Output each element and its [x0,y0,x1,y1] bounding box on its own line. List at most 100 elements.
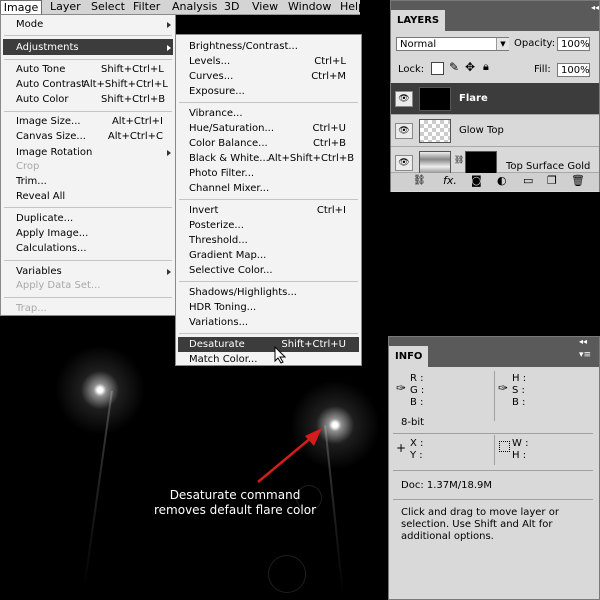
menu-item-trim[interactable]: Trim... [16,175,47,188]
menu-item-brightness-contrast[interactable]: Brightness/Contrast... [189,40,298,53]
tab-layers[interactable]: LAYERS [391,10,446,32]
layer-row-flare[interactable]: 👁︎ Flare [391,83,599,115]
lock-brush-icon[interactable]: ✎ [449,60,459,74]
menu-item-hdr-toning[interactable]: HDR Toning... [189,301,256,314]
new-layer-icon[interactable]: ❐ [547,174,557,187]
shortcut-auto-contrast: Alt+Shift+Ctrl+L [83,79,168,90]
menu-item-match-color[interactable]: Match Color... [189,353,257,366]
menu-item-posterize[interactable]: Posterize... [189,219,244,232]
eye-icon[interactable]: 👁︎ [395,155,413,171]
layer-name[interactable]: Top Surface Gold [506,161,590,172]
chevron-down-icon[interactable]: ▼ [496,38,509,50]
layer-name[interactable]: Glow Top [459,125,504,136]
menu-separator [179,333,358,334]
menu-item-image-rotation[interactable]: Image Rotation [16,146,92,159]
layer-row-glow-top[interactable]: 👁︎ Glow Top [391,115,599,147]
menu-item-mode[interactable]: Mode [16,18,43,31]
mask-icon[interactable]: ◙ [471,174,482,187]
info-divider [494,435,495,465]
menu-item-black-white[interactable]: Black & White... [189,152,269,165]
menu-window[interactable]: Window [288,0,331,14]
eyedropper-icon: ✑ [498,381,509,395]
menu-item-invert[interactable]: Invert [189,204,218,217]
blend-mode-select[interactable]: Normal [396,37,509,51]
lock-move-icon[interactable]: ✥ [465,60,475,74]
shortcut-invert: Ctrl+I [316,205,346,216]
menu-select[interactable]: Select [91,0,125,14]
info-divider [494,371,495,421]
menu-item-shadows-highlights[interactable]: Shadows/Highlights... [189,286,297,299]
menu-item-gradient-map[interactable]: Gradient Map... [189,249,266,262]
shortcut-levels: Ctrl+L [314,56,346,67]
menu-item-auto-contrast[interactable]: Auto Contrast [16,78,85,91]
menu-separator [4,260,172,261]
lock-all-icon[interactable]: 🔒︎ [483,60,489,74]
menu-item-reveal-all[interactable]: Reveal All [16,190,65,203]
info-b2-label: B : [512,397,526,408]
eyedropper-icon: ✑ [396,381,407,395]
link-layers-icon[interactable]: ⛓︎ [413,175,426,186]
eye-icon[interactable]: 👁︎ [395,91,413,107]
menu-analysis[interactable]: Analysis [172,0,217,14]
shortcut-auto-color: Shift+Ctrl+B [101,94,166,105]
info-x-label: X : [410,438,424,449]
collapse-icon[interactable]: ◂◂ [591,3,599,12]
layers-footer: ⛓︎ fx. ◙ ◐ ▭ ❐ 🗑︎ [391,173,599,191]
info-hint: Click and drag to move layer or selectio… [401,507,559,542]
menu-item-auto-color[interactable]: Auto Color [16,93,69,106]
shortcut-desaturate: Shift+Ctrl+U [281,339,346,350]
menu-image[interactable]: Image [0,0,42,15]
menu-item-duplicate[interactable]: Duplicate... [16,212,73,225]
fx-icon[interactable]: fx. [443,174,457,187]
menu-help[interactable]: Help [340,0,365,14]
menu-item-apply-data-set: Apply Data Set... [16,280,101,291]
lock-label: Lock: [398,64,425,75]
annotation-line-2: removes default flare color [154,503,316,517]
tab-info[interactable]: INFO [389,346,429,368]
menu-item-adjustments[interactable]: Adjustments [16,41,79,54]
mouse-cursor-icon [274,346,286,364]
menu-item-color-balance[interactable]: Color Balance... [189,137,268,150]
info-panel: ◂◂ INFO ▾≡ ✑ R : G : B : ✑ H : S : B : 8… [388,336,600,600]
menu-item-apply-image[interactable]: Apply Image... [16,227,88,240]
menu-item-levels[interactable]: Levels... [189,55,230,68]
menu-item-desaturate[interactable]: Desaturate [189,338,245,351]
shortcut-color-balance: Ctrl+B [312,138,346,149]
menu-item-variations[interactable]: Variations... [189,316,248,329]
menu-separator [179,199,358,200]
menu-filter[interactable]: Filter [133,0,160,14]
layer-row-top-surface-gold[interactable]: 👁︎ ⛓︎ Top Surface Gold [391,147,599,175]
trash-icon[interactable]: 🗑︎ [571,174,585,187]
menu-item-selective-color[interactable]: Selective Color... [189,264,273,277]
menu-item-channel-mixer[interactable]: Channel Mixer... [189,182,269,195]
menu-item-photo-filter[interactable]: Photo Filter... [189,167,254,180]
layer-name[interactable]: Flare [459,93,488,104]
collapse-icon[interactable]: ◂◂ [579,337,587,346]
info-w-label: W : [512,438,529,449]
eye-icon[interactable]: 👁︎ [395,123,413,139]
menu-item-threshold[interactable]: Threshold... [189,234,248,247]
menu-item-canvas-size[interactable]: Canvas Size... [16,130,86,143]
menu-item-variables[interactable]: Variables [16,265,62,278]
menu-item-image-size[interactable]: Image Size... [16,115,81,128]
menu-item-calculations[interactable]: Calculations... [16,242,87,255]
menu-3d[interactable]: 3D [224,0,239,14]
group-icon[interactable]: ▭ [523,174,533,187]
shortcut-image-size: Alt+Ctrl+I [111,116,163,127]
menu-item-curves[interactable]: Curves... [189,70,233,83]
menu-item-vibrance[interactable]: Vibrance... [189,107,243,120]
menu-item-auto-tone[interactable]: Auto Tone [16,63,65,76]
panel-menu-icon[interactable]: ▾≡ [579,350,591,360]
opacity-input[interactable]: 100% [557,37,590,51]
menu-layer[interactable]: Layer [50,0,81,14]
fill-input[interactable]: 100% [557,63,590,77]
lock-transparent-icon[interactable] [431,62,444,75]
info-y-label: Y : [410,450,423,461]
annotation-text: Desaturate command removes default flare… [150,488,320,518]
menu-item-hue-saturation[interactable]: Hue/Saturation... [189,122,274,135]
adjustments-submenu: Brightness/Contrast... Levels... Ctrl+L … [175,34,362,366]
menu-view[interactable]: View [252,0,278,14]
menu-separator [4,111,172,112]
adjustment-layer-icon[interactable]: ◐ [497,174,507,187]
menu-item-exposure[interactable]: Exposure... [189,85,245,98]
